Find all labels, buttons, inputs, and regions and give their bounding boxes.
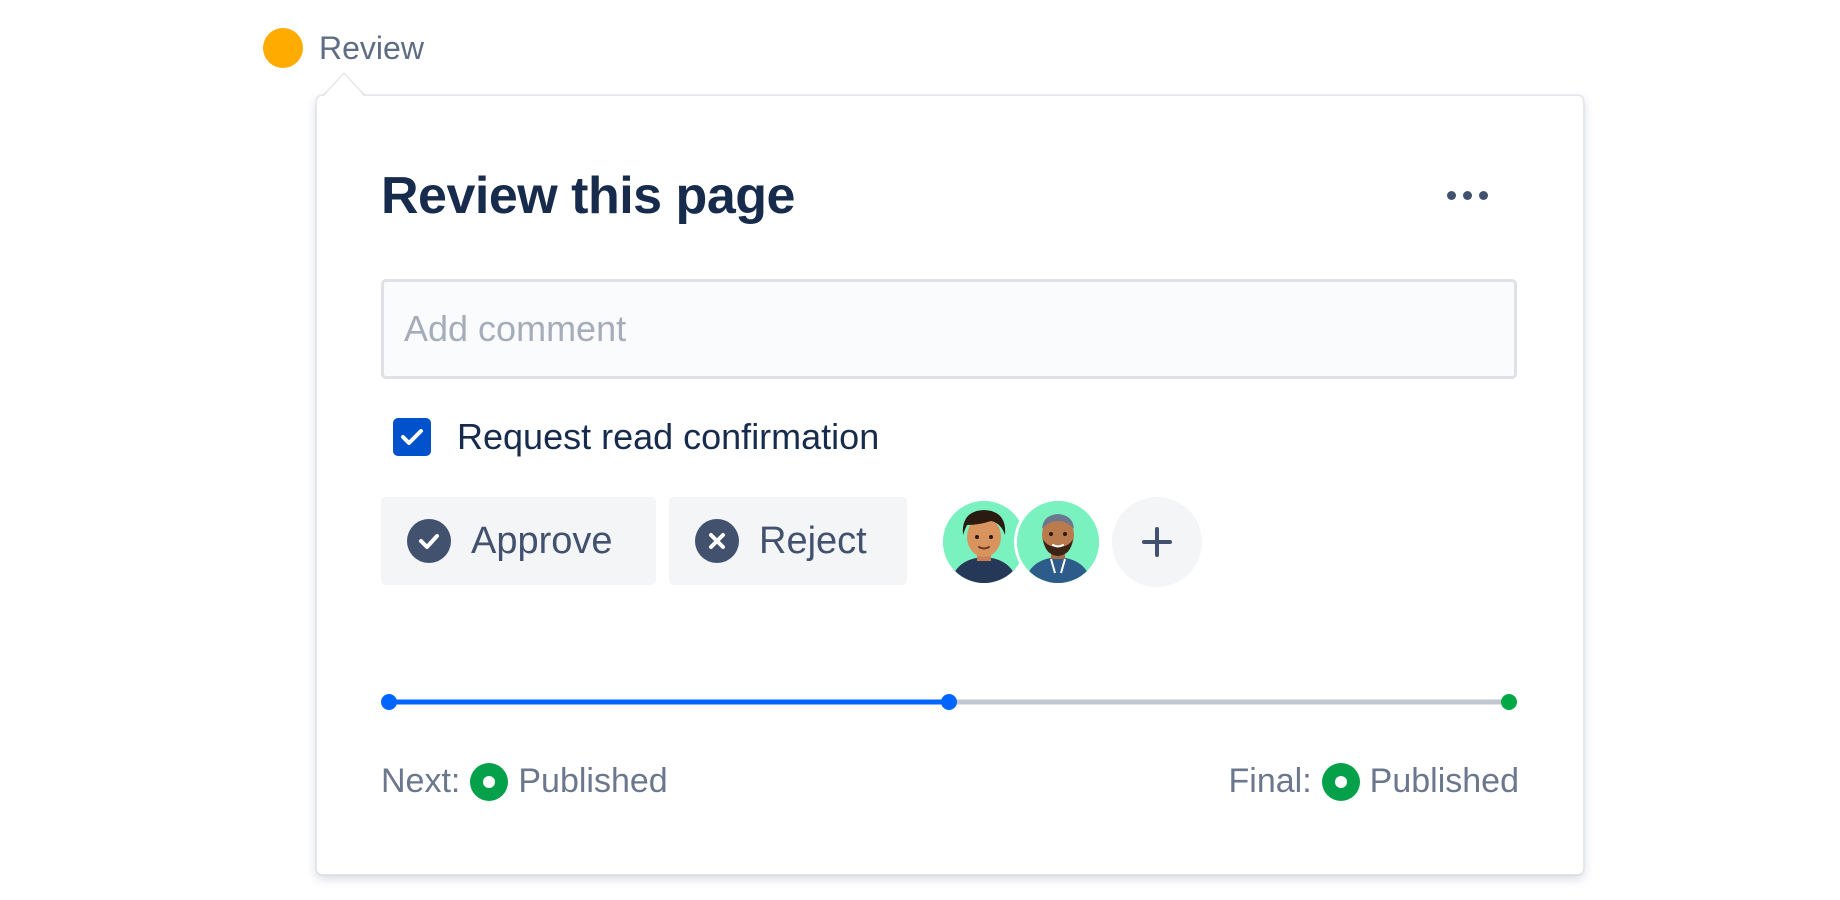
popover-arrow-fill [323,74,365,97]
review-popover: Review this page Request read confirmati… [316,95,1584,875]
progress-step-final [1501,694,1517,710]
next-status-value: Published [518,762,668,800]
status-label: Review [319,29,424,66]
reject-label: Reject [759,519,867,562]
final-status-value: Published [1369,762,1519,800]
checkmark-icon [401,429,423,445]
status-dot [263,28,303,68]
read-confirmation-row[interactable]: Request read confirmation [393,416,879,458]
add-reviewer-button[interactable] [1112,497,1202,587]
popover-title: Review this page [381,167,795,225]
final-status: Final: Published [1229,762,1519,801]
ellipsis-icon-dot [1478,190,1488,200]
final-label: Final: [1228,762,1312,800]
next-status: Next: Published [381,762,668,801]
workflow-progress [381,694,1517,710]
reviewer-avatars [940,497,1202,587]
more-actions-button[interactable] [1427,170,1507,220]
workflow-status-chip[interactable]: Review [263,28,424,68]
read-confirmation-label: Request read confirmation [457,416,880,457]
check-circle-icon [407,519,451,563]
progress-step-current [941,694,957,710]
avatar-man-bearded-icon[interactable] [1014,498,1102,586]
plus-icon [1142,527,1172,557]
progress-step-start [381,694,397,710]
comment-input[interactable] [381,279,1517,379]
cross-circle-icon [695,519,739,563]
approve-label: Approve [471,519,613,562]
ellipsis-icon-dot [1462,190,1472,200]
reject-button[interactable]: Reject [669,497,907,585]
next-label: Next: [381,762,461,800]
read-confirmation-checkbox[interactable] [393,418,431,456]
approve-button[interactable]: Approve [381,497,656,585]
status-published-icon [1321,762,1360,801]
status-published-icon [470,762,509,801]
review-actions: Approve Reject [381,497,907,585]
ellipsis-icon [1446,190,1456,200]
